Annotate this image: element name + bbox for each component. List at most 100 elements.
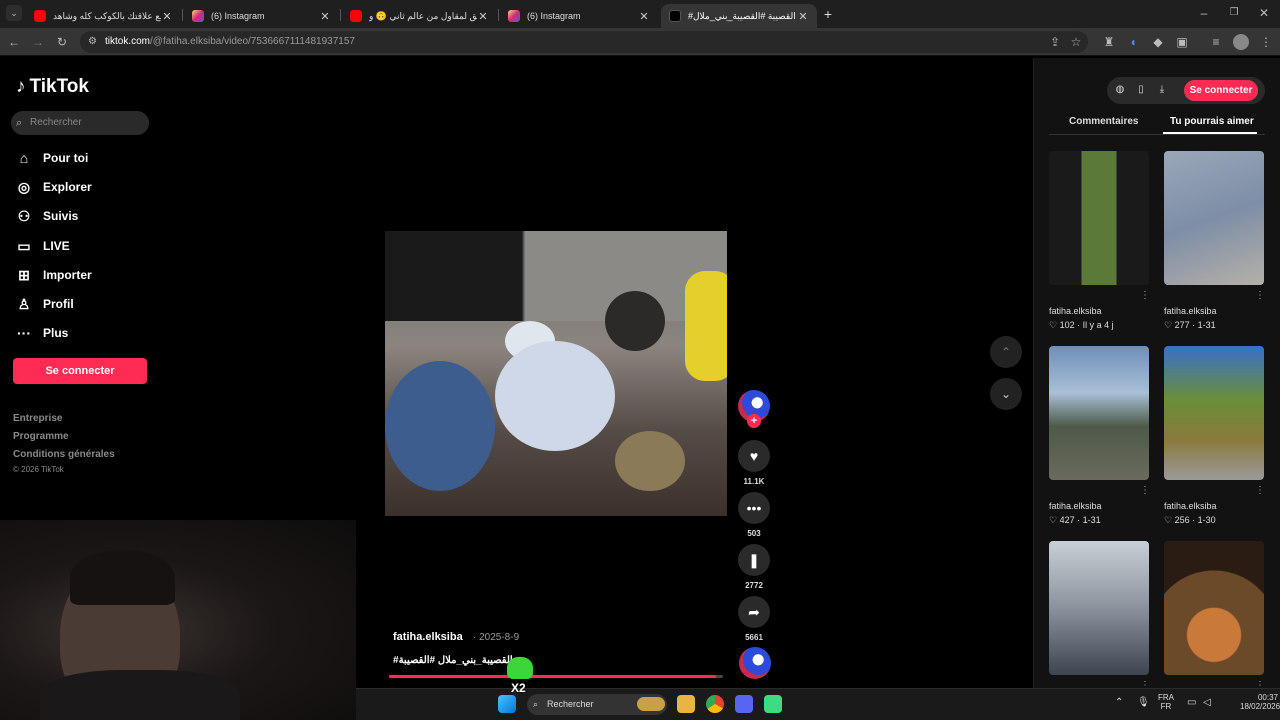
comment-button[interactable]: •••	[738, 492, 770, 524]
tab-commentaires[interactable]: Commentaires	[1069, 116, 1138, 127]
sidebar-item-explorer[interactable]: ◎ Explorer	[16, 176, 92, 198]
suggestion-thumbnail[interactable]	[1164, 541, 1264, 675]
profile-avatar-icon[interactable]	[1233, 34, 1249, 50]
previous-video-button[interactable]: ⌃	[990, 336, 1022, 368]
sidebar-item-plus[interactable]: ··· Plus	[16, 322, 68, 344]
suggestion-time: 1-31	[1082, 515, 1101, 525]
like-button[interactable]: ♥	[738, 440, 770, 472]
maximize-icon[interactable]: ❐	[1226, 5, 1242, 21]
next-video-button[interactable]: ⌄	[990, 378, 1022, 410]
suggestion-thumbnail[interactable]	[1049, 151, 1149, 285]
browser-tab-2[interactable]: (6) Instagram ✕	[184, 4, 339, 28]
save-button[interactable]: ❚	[738, 544, 770, 576]
tab-search-button[interactable]: ⌄	[6, 5, 22, 21]
new-tab-button[interactable]: +	[820, 6, 836, 22]
close-icon[interactable]: ✕	[477, 10, 489, 23]
site-info-icon[interactable]: ⚙	[88, 31, 97, 53]
browser-tab-label: شقق لمقاول من عالم ثاني 🙃 و	[369, 10, 477, 21]
streamer-hair	[70, 550, 175, 605]
reload-icon[interactable]: ↻	[54, 34, 70, 50]
extension-icon[interactable]: ◖	[1125, 34, 1141, 50]
tab-divider	[1049, 134, 1265, 135]
file-explorer-icon[interactable]	[677, 695, 695, 713]
language-indicator[interactable]: FRA FR	[1158, 693, 1174, 711]
footer-link-conditions[interactable]: Conditions générales	[13, 449, 115, 460]
suggestion-author[interactable]: fatiha.elksiba	[1164, 501, 1217, 511]
volume-icon[interactable]: ◁	[1203, 697, 1211, 708]
tab-divider	[498, 9, 499, 21]
login-button-top[interactable]: Se connecter	[1184, 80, 1258, 101]
back-icon[interactable]: ←	[6, 34, 22, 50]
more-options-icon[interactable]: ⋮	[1255, 290, 1265, 301]
suggestion-thumbnail[interactable]	[1164, 151, 1264, 285]
extension-icon[interactable]: ◆	[1150, 34, 1166, 50]
music-disc-avatar[interactable]	[739, 647, 771, 679]
sidebar-item-profil[interactable]: ♙ Profil	[16, 293, 74, 315]
login-button[interactable]: Se connecter	[13, 358, 147, 384]
video-date: · 2025-8-9	[473, 632, 520, 643]
tab-tu-pourrais-aimer[interactable]: Tu pourrais aimer	[1170, 116, 1254, 127]
close-icon[interactable]: ✕	[161, 10, 173, 23]
network-icon[interactable]: ▭	[1187, 697, 1196, 708]
video-caption[interactable]: #القصيبة_بني_ملال #القصيبة	[393, 655, 513, 666]
live-icon: ▭	[17, 237, 31, 254]
suggestion-author[interactable]: fatiha.elksiba	[1049, 306, 1102, 316]
more-options-icon[interactable]: ⋮	[1140, 290, 1150, 301]
window-close-icon[interactable]: ✕	[1256, 5, 1272, 21]
comment-icon: •••	[746, 500, 762, 516]
browser-menu-icon[interactable]: ⋮	[1258, 34, 1274, 50]
extensions-puzzle-icon[interactable]: ▣	[1174, 34, 1190, 50]
bookmark-star-icon[interactable]: ☆	[1068, 34, 1084, 50]
heart-outline-icon: ♡	[1164, 515, 1173, 525]
more-options-icon[interactable]: ⋮	[1255, 485, 1265, 496]
download-icon[interactable]: ⤓	[1155, 83, 1169, 97]
sidebar-item-live[interactable]: ▭ LIVE	[16, 235, 69, 257]
forward-icon[interactable]: →	[30, 34, 46, 50]
address-bar[interactable]: ⚙ tiktok.com/@fatiha.elksiba/video/75366…	[80, 31, 1088, 53]
browser-tab-4[interactable]: (6) Instagram ✕	[500, 4, 658, 28]
webcam-overlay	[0, 520, 356, 720]
minimize-icon[interactable]: –	[1196, 5, 1212, 21]
sidebar-item-pour-toi[interactable]: ⌂ Pour toi	[16, 147, 89, 169]
suggestion-likes: 256	[1174, 515, 1190, 525]
follow-plus-icon[interactable]: +	[747, 414, 761, 428]
microphone-icon[interactable]: 🎙	[1137, 697, 1150, 708]
creator-tools-icon[interactable]: ◍	[1113, 83, 1127, 97]
search-input[interactable]: ⌕ Rechercher	[11, 111, 149, 135]
search-highlight-icon	[637, 697, 665, 711]
tiktok-logo[interactable]: ♪ TikTok	[16, 76, 89, 98]
close-icon[interactable]: ✕	[319, 10, 331, 23]
suggestion-thumbnail[interactable]	[1049, 346, 1149, 480]
chrome-icon[interactable]	[706, 695, 724, 713]
mobile-app-icon[interactable]: ▯	[1134, 83, 1148, 97]
sidebar-item-label: Suivis	[43, 209, 79, 223]
close-icon[interactable]: ✕	[638, 10, 650, 23]
sidebar-item-suivis[interactable]: ⚇ Suivis	[16, 205, 79, 227]
extension-icon[interactable]: ♜	[1101, 34, 1117, 50]
footer-link-programme[interactable]: Programme	[13, 431, 69, 442]
install-app-icon[interactable]: ⇪	[1047, 34, 1063, 50]
browser-tab-3[interactable]: شقق لمقاول من عالم ثاني 🙃 و ✕	[342, 4, 497, 28]
clock[interactable]: 00:37 18/02/2026	[1240, 693, 1280, 711]
video-author[interactable]: fatiha.elksiba	[393, 631, 463, 643]
reading-list-icon[interactable]: ≡	[1208, 34, 1224, 50]
windows-start-icon[interactable]	[498, 695, 516, 713]
browser-tab-1[interactable]: إقطع علاقتك بالكوكب كله وشاهد ✕	[26, 4, 181, 28]
discord-icon[interactable]	[735, 695, 753, 713]
more-options-icon[interactable]: ⋮	[1140, 485, 1150, 496]
share-button[interactable]: ➦	[738, 596, 770, 628]
video-figure	[615, 431, 685, 491]
browser-tab-active[interactable]: #القصيبة #القصيبة_بني_ملال | ... ✕	[661, 4, 817, 28]
video-progress-bar[interactable]	[389, 675, 723, 678]
footer-link-entreprise[interactable]: Entreprise	[13, 413, 62, 424]
close-icon[interactable]: ✕	[797, 10, 809, 23]
android-app-icon[interactable]	[764, 695, 782, 713]
suggestion-author[interactable]: fatiha.elksiba	[1164, 306, 1217, 316]
video-player[interactable]	[385, 231, 727, 516]
suggestion-thumbnail[interactable]	[1164, 346, 1264, 480]
tray-chevron-icon[interactable]: ⌃	[1115, 697, 1123, 708]
suggestion-author[interactable]: fatiha.elksiba	[1049, 501, 1102, 511]
suggestion-thumbnail[interactable]	[1049, 541, 1149, 675]
sidebar-item-importer[interactable]: ⊞ Importer	[16, 264, 92, 286]
following-icon: ⚇	[17, 207, 31, 224]
